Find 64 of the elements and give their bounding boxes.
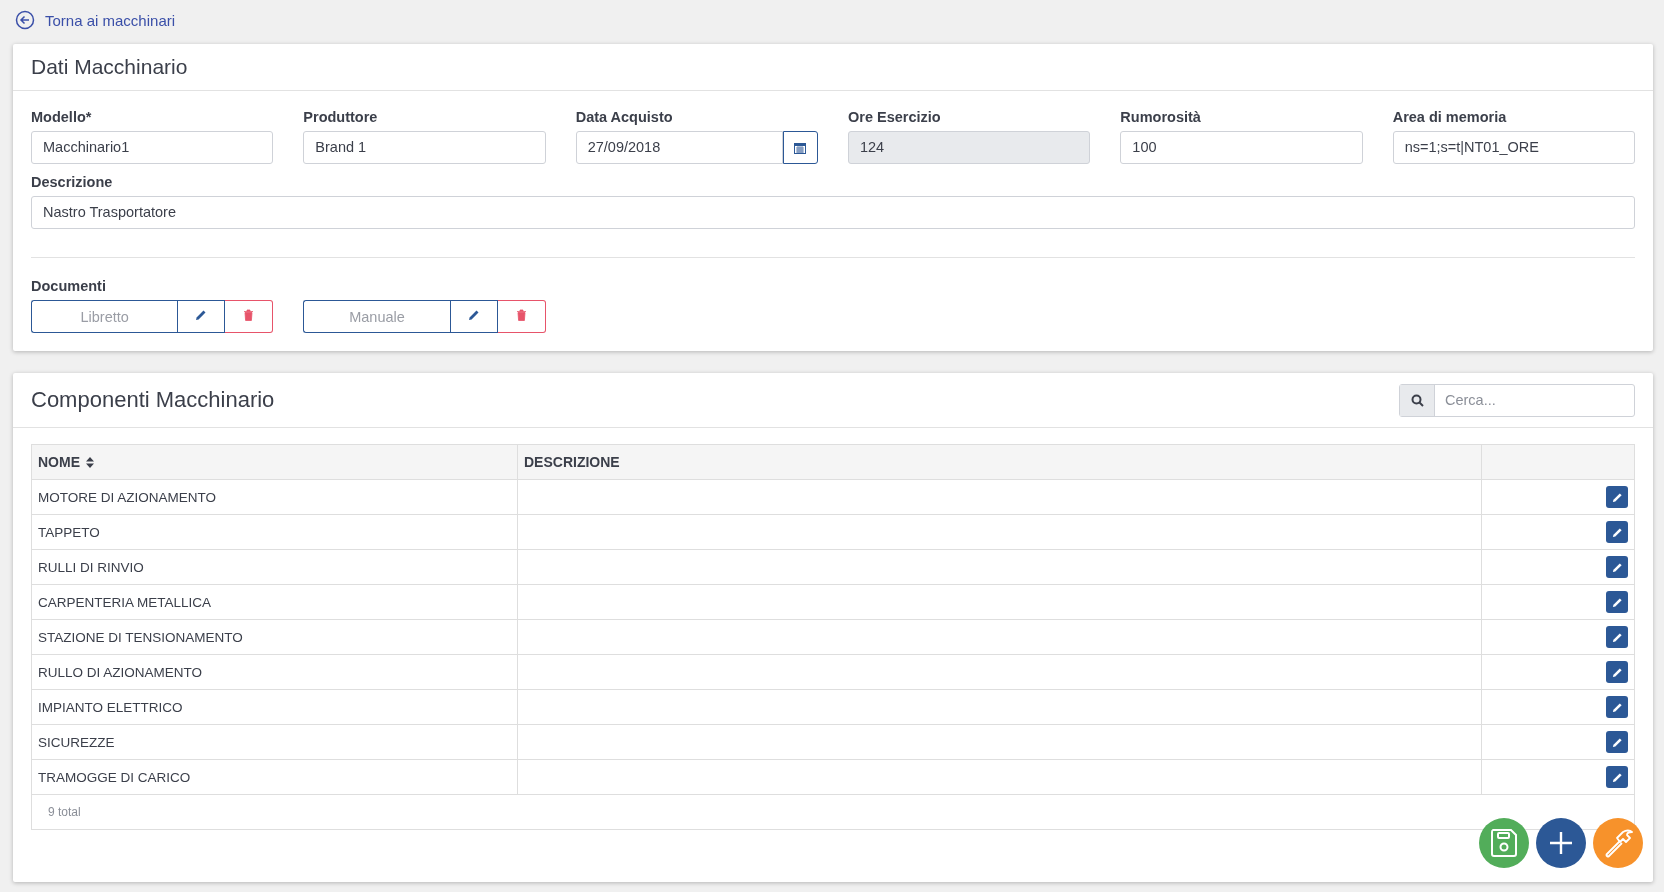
- field-label: Data Acquisto: [575, 109, 674, 125]
- edit-button[interactable]: [1606, 766, 1628, 788]
- pencil-icon: [1611, 771, 1623, 783]
- sort-icon: [86, 456, 94, 468]
- input-field[interactable]: Brand 1: [303, 131, 546, 164]
- pencil-icon: [1611, 701, 1623, 713]
- table-cell: SICUREZZE: [31, 724, 518, 760]
- description-field[interactable]: Nastro Trasportatore: [31, 196, 1635, 229]
- add-button[interactable]: [1536, 818, 1586, 868]
- hammer-icon: [1602, 827, 1634, 859]
- input-field: 124: [848, 131, 1091, 164]
- edit-button[interactable]: [1606, 556, 1628, 578]
- plus-icon: [1549, 831, 1573, 855]
- search-icon: [1410, 393, 1424, 407]
- table-cell: CARPENTERIA METALLICA: [31, 584, 518, 620]
- delete-button[interactable]: [497, 300, 546, 333]
- save-button[interactable]: [1479, 818, 1529, 868]
- edit-button[interactable]: [1606, 696, 1628, 718]
- calendar-button[interactable]: [783, 131, 818, 164]
- card-title: Componenti Macchinario: [31, 387, 275, 413]
- field-label: Produttore: [303, 109, 379, 125]
- table-cell: TAPPETO: [31, 514, 518, 550]
- edit-button[interactable]: [1606, 521, 1628, 543]
- card-title: Dati Macchinario: [31, 55, 188, 79]
- field-label: Ore Esercizio: [848, 109, 942, 125]
- table-cell: STAZIONE DI TENSIONAMENTO: [31, 619, 518, 655]
- pencil-icon: [1611, 631, 1623, 643]
- section-label: Documenti: [31, 278, 107, 294]
- field-label: Rumorosità: [1120, 109, 1202, 125]
- table-cell: RULLI DI RINVIO: [31, 549, 518, 585]
- trash-icon: [243, 309, 255, 321]
- column-header: DESCRIZIONE: [517, 444, 1482, 480]
- edit-button[interactable]: [1606, 486, 1628, 508]
- edit-button[interactable]: [1606, 731, 1628, 753]
- edit-button[interactable]: [449, 300, 498, 333]
- delete-button[interactable]: [225, 300, 274, 333]
- pencil-icon: [195, 309, 208, 321]
- table-cell: RULLO DI AZIONAMENTO: [31, 654, 518, 690]
- field-label: Descrizione: [31, 174, 114, 190]
- edit-button[interactable]: [177, 300, 226, 333]
- back-link[interactable]: Torna ai macchinari: [15, 10, 176, 30]
- calendar-icon: [794, 141, 807, 154]
- table-cell: MOTORE DI AZIONAMENTO: [31, 479, 518, 515]
- column-header[interactable]: NOME: [31, 444, 518, 480]
- field-label: Area di memoria: [1392, 109, 1508, 125]
- table-cell: IMPIANTO ELETTRICO: [31, 689, 518, 725]
- total-count: 9 total: [48, 805, 81, 819]
- date-field[interactable]: 27/09/2018: [575, 131, 783, 164]
- pencil-icon: [1611, 561, 1623, 573]
- edit-button[interactable]: [1606, 591, 1628, 613]
- pencil-icon: [467, 309, 480, 321]
- input-field[interactable]: 100: [1120, 131, 1363, 164]
- pencil-icon: [1611, 736, 1623, 748]
- pencil-icon: [1611, 526, 1623, 538]
- pencil-icon: [1611, 491, 1623, 503]
- input-field[interactable]: Macchinario1: [31, 131, 274, 164]
- trash-icon: [515, 309, 527, 321]
- edit-button[interactable]: [1606, 626, 1628, 648]
- edit-button[interactable]: [1606, 661, 1628, 683]
- table-cell: TRAMOGGE DI CARICO: [31, 759, 518, 795]
- field-label: Modello*: [31, 109, 93, 125]
- input-field[interactable]: ns=1;s=t|NT01_ORE: [1392, 131, 1635, 164]
- pencil-icon: [1611, 666, 1623, 678]
- pencil-icon: [1611, 596, 1623, 608]
